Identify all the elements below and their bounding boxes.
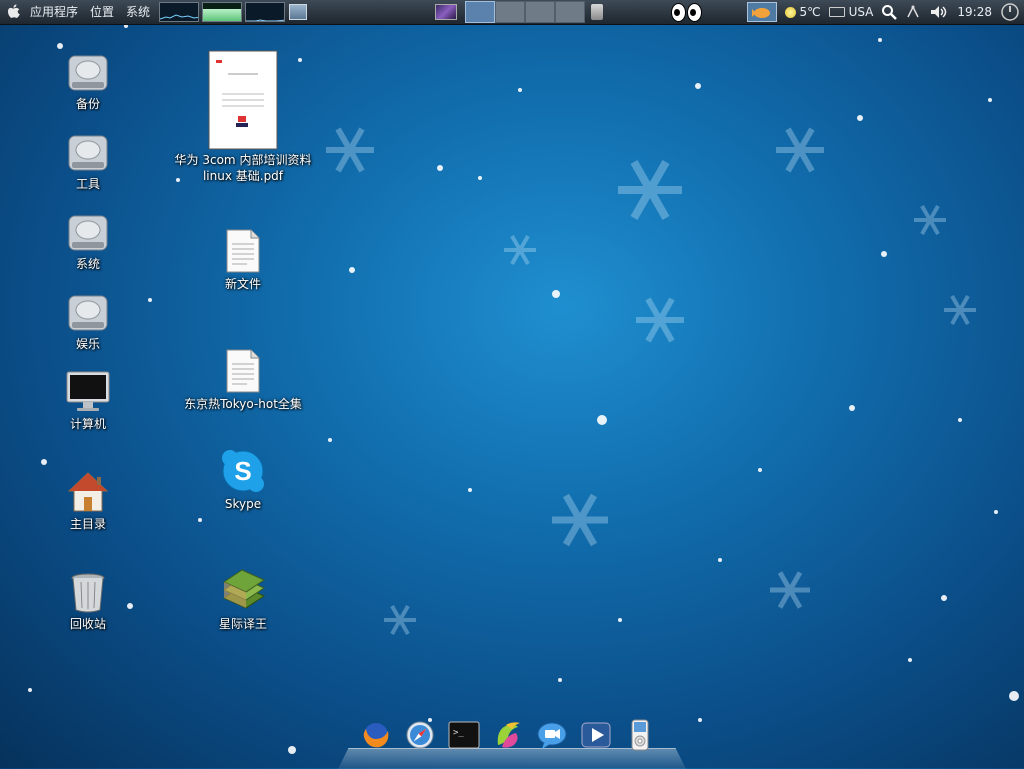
desktop-icon-new-file[interactable]: 新文件 — [168, 226, 318, 292]
desktop-icon-label: 娱乐 — [75, 337, 100, 351]
drive-icon — [68, 55, 108, 91]
desktop-icon-label: 主目录 — [69, 517, 106, 531]
desktop-icon-tokyo-hot[interactable]: 东京热Tokyo-hot全集 — [168, 346, 318, 412]
skype-icon: S — [222, 450, 264, 492]
desktop-icon-home[interactable]: 主目录 — [38, 466, 138, 532]
desktop-icon-label: Skype — [224, 497, 262, 511]
media-player-icon[interactable] — [580, 718, 612, 752]
network-icon[interactable] — [905, 4, 921, 20]
drive-icon — [68, 295, 108, 331]
menu-applications[interactable]: 应用程序 — [24, 0, 84, 24]
desktop-icon-pdf-file[interactable]: 华为 3com 内部培训资料linux 基础.pdf — [168, 50, 318, 184]
desktop-icon-label: 东京热Tokyo-hot全集 — [184, 397, 302, 411]
menu-places[interactable]: 位置 — [84, 0, 120, 24]
video-chat-icon[interactable] — [536, 718, 568, 752]
workspace-switcher — [465, 1, 586, 23]
drive-icon — [68, 215, 108, 251]
volume-icon[interactable] — [929, 4, 949, 20]
desktop-icon-label: 系统 — [75, 257, 100, 271]
text-file-icon — [226, 229, 260, 273]
workspace-1[interactable] — [465, 1, 496, 23]
fish-applet-icon[interactable] — [747, 2, 778, 22]
keyboard-icon — [828, 7, 845, 17]
weather-applet[interactable]: 5℃ — [785, 5, 821, 19]
desktop-icon-skype[interactable]: S Skype — [168, 446, 318, 512]
pdf-icon — [208, 50, 278, 150]
desktop-icon-label: 回收站 — [69, 617, 106, 631]
desktop-icon-stardict[interactable]: 星际译王 — [168, 566, 318, 632]
dock: >_ — [338, 716, 686, 769]
dictionary-icon — [222, 569, 266, 609]
system-tray: 5℃ USA 19:28 — [743, 0, 1024, 24]
desktop-icon-label: 备份 — [75, 97, 100, 111]
workspace-4[interactable] — [555, 1, 586, 23]
workspace-3[interactable] — [525, 1, 556, 23]
desktop-icon-system[interactable]: 系统 — [38, 206, 138, 272]
drive-icon — [68, 135, 108, 171]
ipod-icon[interactable] — [624, 718, 656, 752]
workspace-2[interactable] — [495, 1, 526, 23]
keyboard-layout-text: USA — [848, 5, 874, 19]
show-desktop-icon[interactable] — [289, 4, 308, 20]
clock-text[interactable]: 19:28 — [957, 5, 992, 19]
sun-icon — [785, 6, 797, 18]
desktop-icon-entertainment[interactable]: 娱乐 — [38, 286, 138, 352]
eyes-applet-icon[interactable] — [671, 2, 703, 22]
desktop-icon-label: 新文件 — [224, 277, 261, 291]
temperature-text: 5℃ — [799, 5, 821, 19]
snowflake-wallpaper — [28, 24, 1019, 754]
desktop-icon-computer[interactable]: 计算机 — [38, 366, 138, 432]
text-file-icon — [226, 349, 260, 393]
pidgin-icon[interactable] — [492, 718, 524, 752]
desktop-icon-label: 星际译王 — [218, 617, 267, 631]
search-icon[interactable] — [881, 4, 898, 20]
firefox-icon[interactable] — [360, 718, 392, 752]
desktop-icon-label: 计算机 — [69, 417, 106, 431]
trash-applet-icon[interactable] — [591, 4, 604, 20]
svg-text:>_: >_ — [453, 728, 464, 738]
desktop-icon-trash[interactable]: 回收站 — [38, 566, 138, 632]
desktop-icon-label: 华为 3com 内部培训资料linux 基础.pdf — [174, 153, 312, 183]
desktop-icon-backup[interactable]: 备份 — [38, 46, 138, 112]
safari-compass-icon[interactable] — [404, 718, 436, 752]
desktop-icon-tools[interactable]: 工具 — [38, 126, 138, 192]
power-icon[interactable] — [1000, 2, 1020, 22]
home-icon — [67, 472, 109, 512]
computer-icon — [66, 371, 110, 411]
keyboard-layout-applet[interactable]: USA — [828, 5, 874, 19]
svg-text:S: S — [234, 456, 251, 486]
memory-monitor-graph[interactable] — [202, 2, 243, 22]
cpu-monitor-graph[interactable] — [159, 2, 200, 22]
top-panel: 应用程序 位置 系统 5℃ USA 19:28 — [0, 0, 1024, 25]
wallpaper-thumbnail-icon[interactable] — [435, 4, 458, 20]
terminal-icon[interactable]: >_ — [448, 718, 480, 752]
network-monitor-graph[interactable] — [245, 2, 286, 22]
main-menu: 应用程序 位置 系统 — [24, 0, 156, 24]
desktop-icon-label: 工具 — [75, 177, 100, 191]
menu-system[interactable]: 系统 — [120, 0, 156, 24]
apple-logo-icon[interactable] — [4, 0, 24, 24]
trash-icon — [71, 573, 105, 613]
